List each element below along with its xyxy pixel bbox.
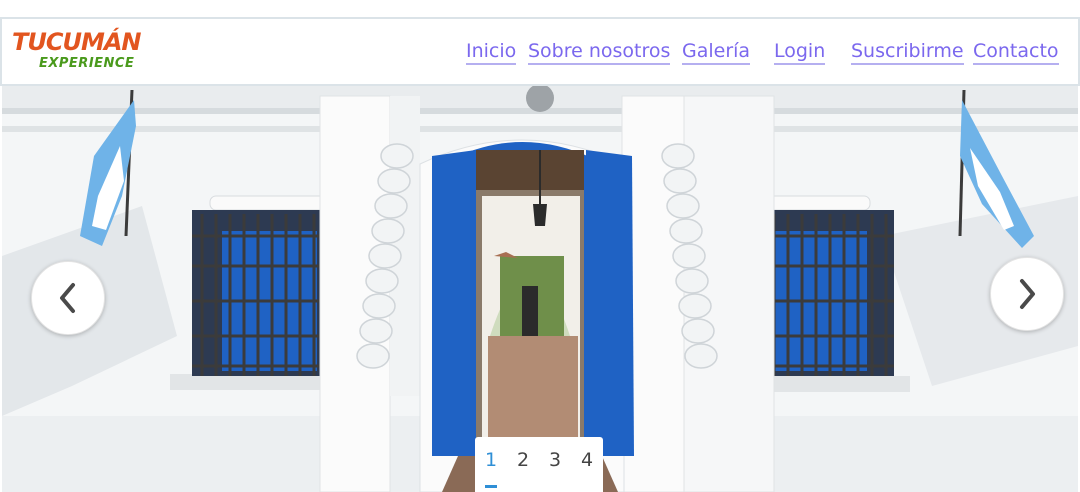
chevron-right-icon (1020, 279, 1035, 309)
active-page-indicator (485, 485, 497, 488)
top-strip (0, 0, 1080, 19)
nav-link-suscribirme[interactable]: Suscribirme (851, 40, 964, 65)
nav-link-galeria[interactable]: Galería (682, 40, 751, 65)
brand-logo[interactable]: TUCUMÁN EXPERIENCE (12, 29, 142, 77)
hero-carousel (2, 86, 1078, 492)
chevron-left-icon (60, 283, 75, 313)
nav-link-inicio[interactable]: Inicio (466, 40, 517, 65)
carousel-pagination: 1 2 3 4 (475, 437, 603, 492)
page-dot-2[interactable]: 2 (512, 449, 534, 471)
hero-image (2, 86, 1078, 492)
navbar: TUCUMÁN EXPERIENCE Inicio Sobre nosotros… (0, 19, 1080, 86)
page-dot-1[interactable]: 1 (480, 449, 502, 471)
nav-link-contacto[interactable]: Contacto (973, 40, 1059, 65)
logo-subtext: EXPERIENCE (39, 56, 135, 71)
page-dot-4[interactable]: 4 (576, 449, 598, 471)
logo-text: TUCUMÁN (12, 28, 142, 56)
carousel-next-button[interactable] (990, 257, 1064, 331)
carousel-prev-button[interactable] (31, 261, 105, 335)
page-dot-3[interactable]: 3 (544, 449, 566, 471)
nav-link-login[interactable]: Login (774, 40, 826, 65)
nav-link-sobre-nosotros[interactable]: Sobre nosotros (528, 40, 671, 65)
